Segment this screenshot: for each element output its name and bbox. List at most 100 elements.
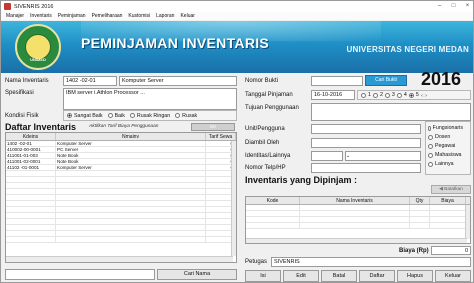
biaya-field: 0: [431, 246, 471, 255]
radio-icon: [428, 152, 433, 158]
kondisi-rusak-radio[interactable]: Rusak: [175, 113, 197, 119]
table-row-empty: [6, 237, 236, 243]
cari-bukti-button[interactable]: Cari Bukti: [365, 75, 407, 86]
batalkan-button[interactable]: ◀ Batalkan: [431, 185, 471, 194]
cell-kode: 410002-00-0001: [6, 147, 56, 152]
table-row-empty: [246, 223, 470, 229]
maximize-button[interactable]: □: [447, 1, 460, 12]
cari-nama-button[interactable]: Cari Nama: [157, 269, 237, 280]
kondisi-fisik-group: Sangat Baik Baik Rusak Ringan Rusak: [63, 110, 237, 121]
spesifikasi-label: Spesifikasi: [5, 90, 34, 96]
logo-text: UNIMED: [30, 57, 46, 62]
close-button[interactable]: ×: [461, 1, 474, 12]
radio-icon: [361, 92, 366, 98]
tanggal-option-5[interactable]: 5: [408, 92, 419, 98]
app-window: SIVENRIS 2016 – □ × Manajer Inventaris P…: [0, 0, 474, 283]
page-title: PEMINJAMAN INVENTARIS: [81, 35, 270, 51]
nomor-telp-label: Nomor Telp/HP: [245, 165, 286, 171]
keluar-button[interactable]: Keluar: [435, 270, 471, 282]
vertical-scrollbar[interactable]: [465, 205, 470, 239]
menu-manajer[interactable]: Manajer: [6, 13, 24, 19]
kondisi-baik-label: Baik: [114, 112, 125, 119]
kondisi-fisik-label: Kondisi Fisik: [5, 113, 39, 119]
tanggal-option-3[interactable]: 3: [384, 92, 395, 98]
nomor-bukti-label: Nomor Bukti: [245, 78, 279, 84]
batal-button[interactable]: Batal: [321, 270, 357, 282]
nama-inventaris-field[interactable]: Komputer Server: [119, 76, 237, 86]
tanggal-option-4[interactable]: 4: [396, 92, 407, 98]
tanggal-pinjaman-field[interactable]: 16-10-2016: [311, 90, 355, 100]
inventaris-dipinjam-table: Kode Nama Inventaris Qty Biaya: [245, 196, 471, 244]
cari-nama-input[interactable]: [5, 269, 155, 280]
column-header-tarif-sewa[interactable]: Tarif Sewa: [206, 133, 236, 140]
tanggal-option-2[interactable]: 2: [372, 92, 383, 98]
kategori-label: Fungsionaris: [432, 125, 463, 131]
kategori-dosen-radio[interactable]: Dosen: [428, 134, 463, 140]
menu-laporan[interactable]: Laporan: [156, 13, 174, 19]
kondisi-rusak-ringan-label: Rusak Ringan: [136, 112, 171, 119]
kategori-label: Dosen: [435, 134, 451, 140]
radio-icon: [428, 134, 433, 140]
column-header-nama-inventaris[interactable]: Nama Inventaris: [300, 197, 410, 204]
spesifikasi-field[interactable]: IBM server i.Athlon Processor ...: [63, 88, 237, 110]
radio-icon: [428, 143, 433, 149]
edit-button[interactable]: Edit: [283, 270, 319, 282]
tanggal-pinjaman-label: Tanggal Pinjaman: [245, 92, 293, 98]
nama-inventaris-label: Nama Inventaris: [5, 78, 49, 84]
column-header-kdeins[interactable]: Kdeins: [6, 133, 56, 140]
identitas-type-select[interactable]: ⌄: [345, 151, 421, 161]
university-name: UNIVERSITAS NEGERI MEDAN: [346, 45, 469, 54]
column-header-kode[interactable]: Kode: [246, 197, 300, 204]
menu-keluar[interactable]: Keluar: [180, 13, 194, 19]
university-logo: UNIMED: [15, 24, 61, 70]
radio-icon: [396, 92, 402, 98]
menu-kustomisi[interactable]: Kustomisi: [128, 13, 150, 19]
tanggal-options-group: 1 2 3 4 5 < >: [357, 90, 471, 100]
daftar-button[interactable]: Daftar: [359, 270, 395, 282]
kondisi-rusak-label: Rusak: [182, 112, 198, 119]
tanggal-option-1[interactable]: 1: [361, 92, 371, 98]
column-header-nmainv[interactable]: Nmainv: [56, 133, 206, 140]
inventaris-dipinjam-title: Inventaris yang Dipinjam :: [245, 175, 358, 185]
kategori-mahasiswa-radio[interactable]: Mahasiswa: [428, 152, 463, 158]
radio-icon: [129, 113, 135, 118]
radio-selected-icon: [67, 113, 72, 118]
aktifkan-tarif-toggle[interactable]: OK: [191, 123, 235, 131]
kondisi-sangat-baik-radio[interactable]: Sangat Baik: [67, 113, 103, 119]
daftar-inventaris-table: Kdeins Nmainv Tarif Sewa 1402 -02-01 Kom…: [5, 132, 237, 263]
radio-icon: [428, 125, 431, 131]
kondisi-rusak-ringan-radio[interactable]: Rusak Ringan: [129, 112, 171, 119]
horizontal-scrollbar[interactable]: [6, 256, 233, 262]
diambil-oleh-field[interactable]: [311, 138, 421, 148]
nomor-bukti-field[interactable]: [311, 76, 363, 86]
column-header-biaya[interactable]: Biaya: [430, 197, 466, 204]
kode-inventaris-field[interactable]: 1402 -02-01: [63, 76, 117, 86]
vertical-scrollbar[interactable]: [231, 141, 236, 256]
nomor-telp-field[interactable]: [311, 163, 421, 173]
kategori-lainnya-radio[interactable]: Lainnya: [428, 161, 463, 167]
toggle-label: OK: [209, 124, 217, 129]
unit-pengguna-field[interactable]: [311, 124, 421, 134]
menu-peminjaman[interactable]: Peminjaman: [58, 13, 86, 19]
year-display: 2016: [421, 69, 462, 89]
cell-kode: 1402 -02-01: [6, 141, 56, 146]
menu-inventaris[interactable]: Inventaris: [30, 13, 52, 19]
daftar-inventaris-title: Daftar Inventaris: [5, 122, 77, 132]
column-header-qty[interactable]: Qty: [410, 197, 430, 204]
kategori-fungsionaris-radio[interactable]: Fungsionaris: [428, 125, 463, 131]
tujuan-penggunaan-label: Tujuan Penggunaan: [245, 105, 299, 111]
identitas-field[interactable]: [311, 151, 343, 161]
tujuan-penggunaan-field[interactable]: [311, 103, 471, 121]
petugas-field: SIVENRIS: [271, 257, 471, 267]
minimize-button[interactable]: –: [433, 1, 446, 12]
hapus-button[interactable]: Hapus: [397, 270, 433, 282]
table-header: Kode Nama Inventaris Qty Biaya: [246, 197, 470, 205]
kondisi-baik-radio[interactable]: Baik: [107, 112, 125, 119]
horizontal-scrollbar[interactable]: [246, 238, 467, 243]
menu-pemeliharaan[interactable]: Pemeliharaan: [92, 13, 123, 19]
isi-button[interactable]: Isi: [245, 270, 281, 282]
app-icon: [4, 3, 11, 10]
cell-nama: Note Book: [56, 153, 206, 158]
kategori-pegawai-radio[interactable]: Pegawai: [428, 143, 463, 149]
kondisi-sangat-baik-label: Sangat Baik: [74, 112, 103, 119]
